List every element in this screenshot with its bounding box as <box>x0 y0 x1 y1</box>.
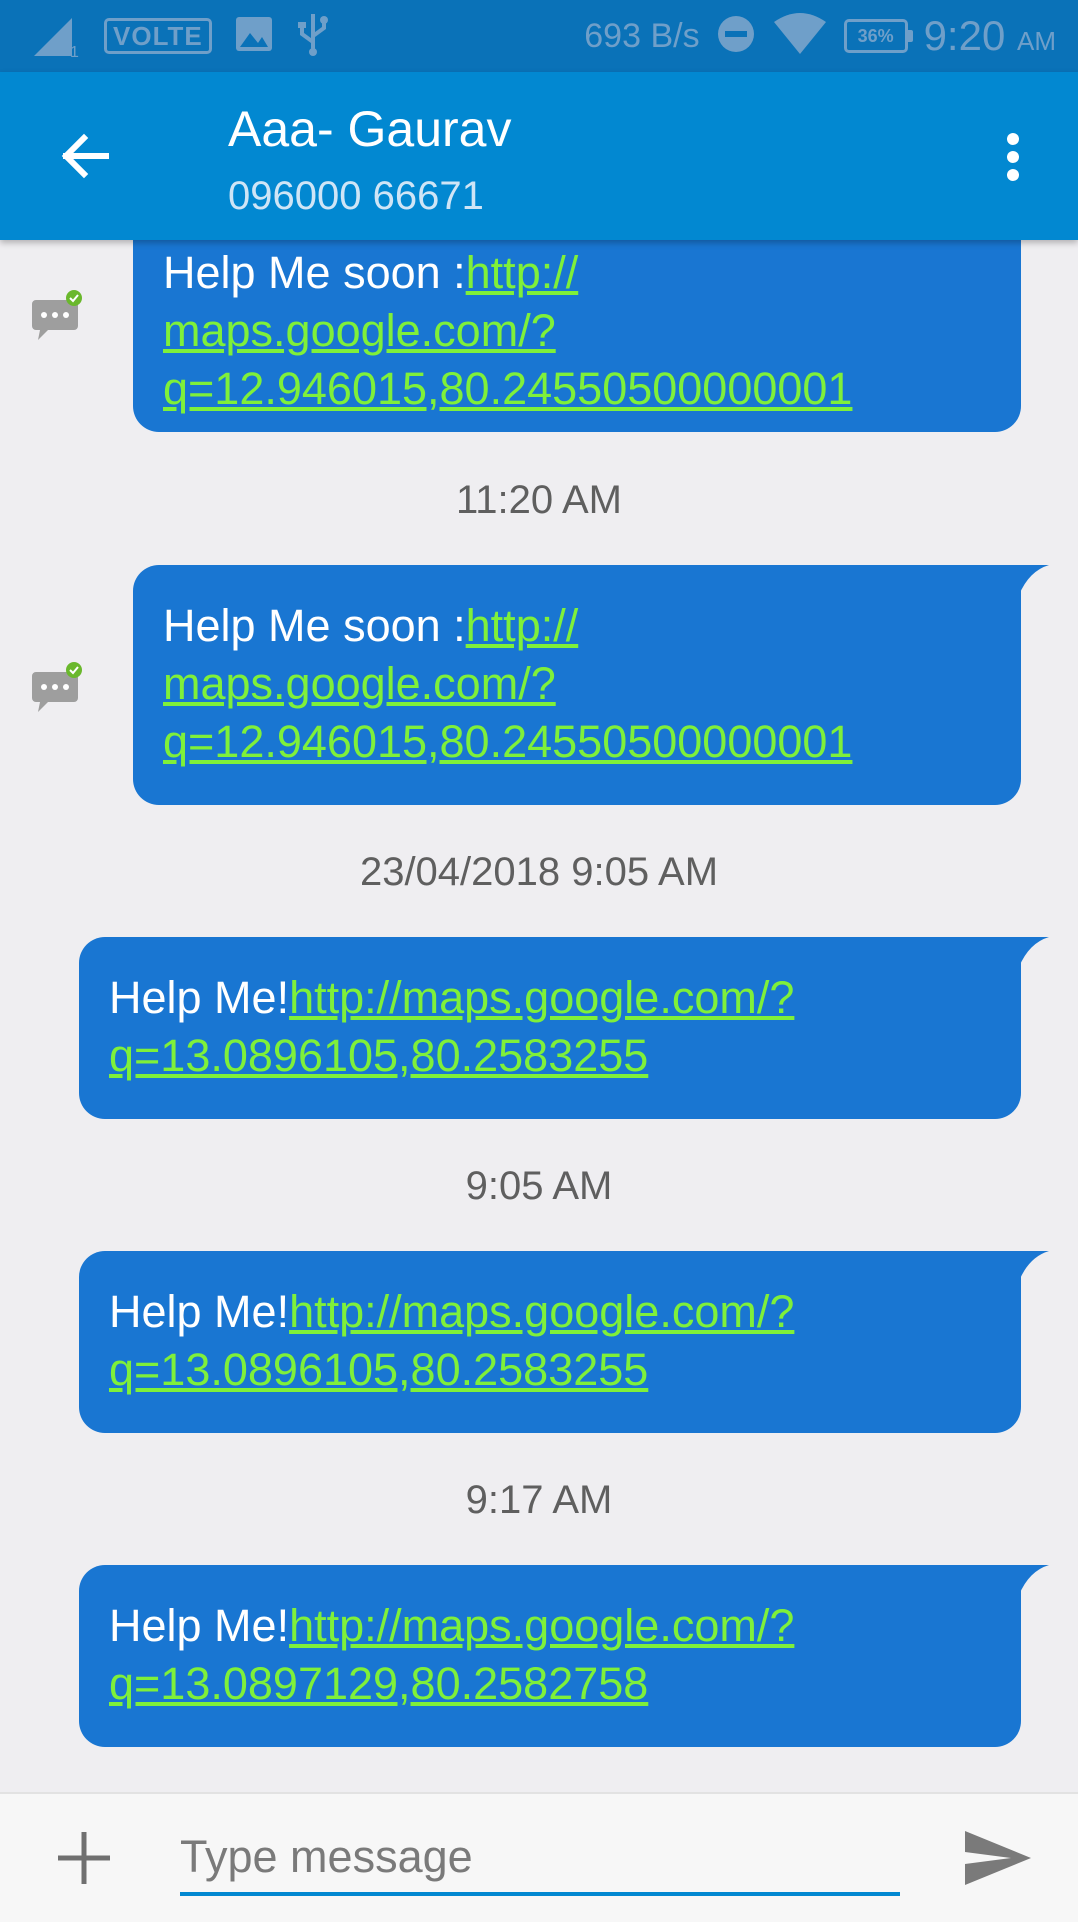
delivery-status-icon <box>28 662 84 718</box>
volte-badge: VOLTE <box>104 18 212 54</box>
map-link[interactable]: http://maps.google.com/? <box>289 972 794 1023</box>
delivery-status-icon <box>28 290 84 346</box>
timestamp: 11:20 AM <box>455 478 623 522</box>
message-text-line: q=13.0896105,80.2583255 <box>109 1341 993 1399</box>
send-button[interactable] <box>958 1822 1038 1894</box>
message-prefix: Help Me soon : <box>163 247 466 298</box>
message-input[interactable] <box>180 1826 900 1896</box>
message-text-line: maps.google.com/? <box>163 302 993 360</box>
add-attachment-button[interactable] <box>48 1822 120 1894</box>
message-text: Help Me soon :http:// <box>163 244 993 302</box>
map-link[interactable]: q=12.946015,80.24550500000001 <box>163 716 852 767</box>
message-prefix: Help Me soon : <box>163 600 466 651</box>
app-bar: Aaa- Gaurav 096000 66671 <box>0 72 1078 240</box>
status-bar: 1 VOLTE 693 B/s 36% 9:20 AM <box>0 0 1078 72</box>
map-link[interactable]: q=13.0896105,80.2583255 <box>109 1030 648 1081</box>
arrow-back-icon <box>61 133 109 179</box>
message-text-line: q=13.0897129,80.2582758 <box>109 1655 993 1713</box>
timestamp: 23/04/2018 9:05 AM <box>359 850 719 894</box>
message-text: Help Me!http://maps.google.com/? <box>109 1597 993 1655</box>
message-bubble[interactable]: Help Me!http://maps.google.com/? q=13.08… <box>79 1251 1049 1433</box>
image-icon <box>234 15 274 58</box>
timestamp: 9:17 AM <box>465 1478 613 1522</box>
clock-ampm: AM <box>1017 26 1056 56</box>
timestamp: 9:05 AM <box>465 1164 613 1208</box>
map-link[interactable]: http:// <box>466 600 579 651</box>
map-link[interactable]: maps.google.com/? <box>163 305 556 356</box>
wifi-icon <box>772 12 828 61</box>
bubble-tail <box>1019 565 1049 595</box>
message-text-line: maps.google.com/? <box>163 655 993 713</box>
message-prefix: Help Me! <box>109 1600 290 1651</box>
message-bubble[interactable]: Help Me soon :http:// maps.google.com/? … <box>133 240 1021 432</box>
message-composer <box>0 1792 1078 1922</box>
more-options-button[interactable] <box>978 122 1048 192</box>
conversation-phone-number: 096000 66671 <box>228 174 484 218</box>
map-link[interactable]: q=13.0897129,80.2582758 <box>109 1658 648 1709</box>
message-bubble[interactable]: Help Me!http://maps.google.com/? q=13.08… <box>79 1565 1049 1747</box>
message-text-line: q=13.0896105,80.2583255 <box>109 1027 993 1085</box>
conversation-title: Aaa- Gaurav <box>228 101 512 157</box>
send-icon <box>965 1831 1031 1885</box>
sim-indicator: 1 <box>70 44 79 61</box>
map-link[interactable]: http://maps.google.com/? <box>289 1600 794 1651</box>
message-thread[interactable]: Help Me soon :http:// maps.google.com/? … <box>0 240 1078 1792</box>
signal-icon: 1 <box>30 14 82 61</box>
dnd-icon <box>716 14 756 59</box>
map-link[interactable]: http:// <box>466 247 579 298</box>
message-text: Help Me!http://maps.google.com/? <box>109 969 993 1027</box>
more-vert-icon <box>1007 133 1019 181</box>
message-prefix: Help Me! <box>109 972 290 1023</box>
map-link[interactable]: q=12.946015,80.24550500000001 <box>163 363 852 414</box>
network-speed: 693 B/s <box>584 16 700 55</box>
plus-icon <box>58 1832 110 1884</box>
message-text-line: q=12.946015,80.24550500000001 <box>163 360 993 418</box>
message-prefix: Help Me! <box>109 1286 290 1337</box>
bubble-tail <box>1019 1565 1049 1595</box>
usb-icon <box>296 12 330 61</box>
message-bubble[interactable]: Help Me!http://maps.google.com/? q=13.08… <box>79 937 1049 1119</box>
bubble-tail <box>1019 937 1049 967</box>
battery-icon: 36% <box>843 19 913 53</box>
message-text-line: q=12.946015,80.24550500000001 <box>163 713 993 771</box>
message-text: Help Me soon :http:// <box>163 597 993 655</box>
bubble-tail <box>1019 1251 1049 1281</box>
status-clock: 9:20 AM <box>924 12 1056 60</box>
map-link[interactable]: http://maps.google.com/? <box>289 1286 794 1337</box>
message-text: Help Me!http://maps.google.com/? <box>109 1283 993 1341</box>
map-link[interactable]: q=13.0896105,80.2583255 <box>109 1344 648 1395</box>
clock-time: 9:20 <box>923 12 1006 59</box>
message-bubble[interactable]: Help Me soon :http:// maps.google.com/? … <box>133 565 1049 805</box>
back-button[interactable] <box>40 112 128 200</box>
map-link[interactable]: maps.google.com/? <box>163 658 556 709</box>
